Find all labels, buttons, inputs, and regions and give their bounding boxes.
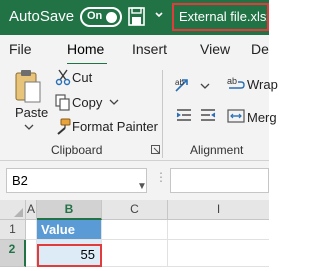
copy-label[interactable]: Copy (72, 95, 102, 110)
column-header-b[interactable]: B (37, 200, 102, 220)
formula-input[interactable] (170, 168, 269, 193)
copy-icon[interactable] (55, 94, 71, 111)
outdent-icon[interactable] (200, 108, 216, 122)
cell-i2[interactable] (168, 240, 269, 267)
autosave-toggle-state: On (87, 10, 103, 22)
indent-icon[interactable] (176, 108, 192, 122)
name-box-value: B2 (12, 173, 28, 188)
clipboard-group-label: Clipboard (51, 143, 103, 157)
title-bar: AutoSave On External file.xlsx (0, 0, 269, 35)
row-header-1[interactable]: 1 (0, 220, 26, 240)
toggle-knob (106, 12, 117, 23)
paste-dropdown-icon[interactable] (24, 123, 34, 131)
formula-bar: B2 ▼ ⋮ (0, 161, 269, 200)
autosave-label: AutoSave (9, 8, 75, 25)
save-icon[interactable] (128, 7, 145, 26)
cell-b1[interactable]: Value (37, 220, 102, 240)
cell-c1[interactable] (102, 220, 168, 240)
orientation-icon[interactable]: ab (174, 76, 192, 94)
tab-file[interactable]: File (9, 41, 32, 57)
autosave-toggle[interactable]: On (80, 7, 122, 27)
ribbon-tabs: File Home Insert View De (0, 35, 269, 64)
cell-i1[interactable] (168, 220, 269, 240)
cut-label[interactable]: Cut (72, 70, 92, 85)
paste-icon[interactable] (14, 68, 42, 104)
formula-bar-grip-icon: ⋮ (155, 170, 167, 184)
merge-center-icon[interactable] (227, 109, 245, 123)
cell-c2[interactable] (102, 240, 168, 267)
cell-a1[interactable] (26, 220, 37, 240)
tab-home[interactable]: Home (67, 41, 104, 57)
format-painter-label[interactable]: Format Painter (72, 119, 158, 134)
worksheet-grid: A B C I 1 2 Value 55 (0, 200, 269, 271)
select-all-button[interactable] (0, 200, 26, 220)
selected-cell-highlight (37, 244, 102, 267)
name-box-dropdown-icon[interactable]: ▼ (137, 175, 147, 198)
orientation-dropdown-icon[interactable] (200, 82, 210, 90)
quick-access-menu-icon[interactable] (154, 7, 164, 26)
format-painter-icon[interactable] (55, 118, 71, 135)
alignment-group-label: Alignment (190, 143, 244, 157)
wrap-text-label[interactable]: Wrap (247, 77, 278, 92)
column-header-c[interactable]: C (102, 200, 168, 220)
column-header-a[interactable]: A (26, 200, 37, 220)
tab-developer[interactable]: De (251, 41, 269, 57)
cell-a2[interactable] (26, 240, 37, 267)
ribbon-group-divider (162, 70, 163, 158)
paste-label[interactable]: Paste (15, 105, 48, 120)
tab-view[interactable]: View (200, 41, 230, 57)
row-header-2[interactable]: 2 (0, 240, 26, 267)
clipboard-dialog-launcher-icon[interactable] (151, 145, 160, 154)
cut-icon[interactable] (55, 69, 71, 86)
wrap-text-icon[interactable]: ab (227, 76, 245, 92)
select-all-icon (14, 208, 23, 217)
tab-insert[interactable]: Insert (132, 41, 167, 57)
name-box[interactable]: B2 ▼ (6, 168, 147, 193)
svg-text:ab: ab (175, 78, 184, 87)
column-header-i[interactable]: I (168, 200, 269, 220)
copy-dropdown-icon[interactable] (109, 98, 119, 106)
svg-text:ab: ab (227, 76, 237, 86)
file-name-title: External file.xlsx (172, 3, 269, 31)
merge-center-label[interactable]: Merg (247, 110, 277, 125)
